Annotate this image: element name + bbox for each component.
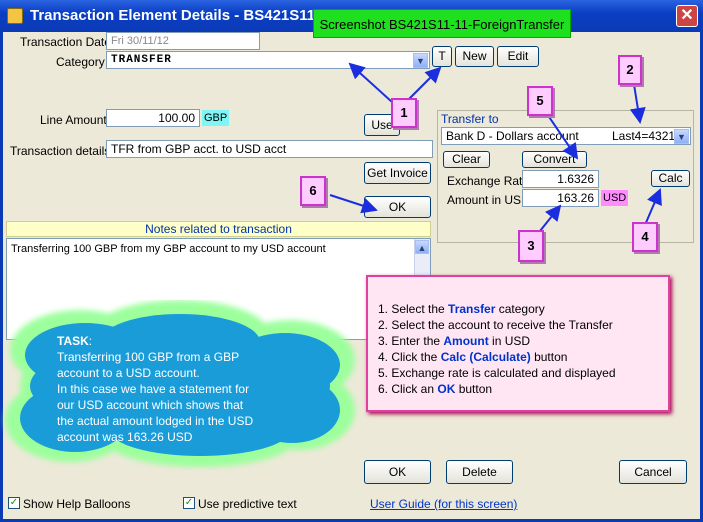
arrow-6 [329, 194, 378, 214]
arrow-4 [644, 188, 662, 226]
arrow-1b [407, 66, 442, 101]
predictive-text-checkbox[interactable]: ✓ [183, 497, 195, 509]
cancel-button[interactable]: Cancel [619, 460, 687, 484]
predictive-text-label: Use predictive text [198, 497, 297, 511]
callout-1: 1 [391, 98, 417, 128]
callout-3: 3 [518, 230, 544, 262]
callout-5: 5 [527, 86, 553, 116]
callout-2: 2 [618, 55, 642, 85]
ok-button[interactable]: OK [364, 460, 431, 484]
show-help-label: Show Help Balloons [23, 497, 131, 511]
user-guide-link[interactable]: User Guide (for this screen) [370, 497, 517, 511]
arrow-1a [348, 62, 393, 103]
arrow-3 [539, 204, 562, 232]
delete-button[interactable]: Delete [446, 460, 513, 484]
show-help-checkbox[interactable]: ✓ [8, 497, 20, 509]
callout-4: 4 [632, 222, 658, 252]
callout-6: 6 [300, 176, 326, 206]
arrow-layer [329, 62, 662, 232]
